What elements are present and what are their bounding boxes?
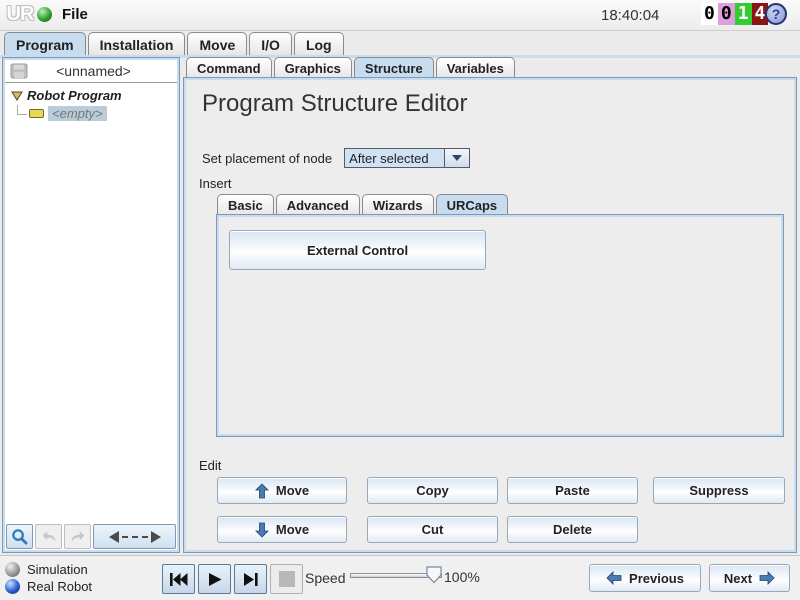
tab-command[interactable]: Command xyxy=(186,57,272,78)
stop-button[interactable] xyxy=(270,564,303,594)
structure-editor-panel: Program Structure Editor Set placement o… xyxy=(184,78,796,552)
urcaps-insert-panel: External Control xyxy=(217,215,783,436)
empty-node-icon xyxy=(29,109,44,118)
step-forward-button[interactable] xyxy=(234,564,267,594)
tab-wizards[interactable]: Wizards xyxy=(362,194,434,215)
placement-row: Set placement of node After selected xyxy=(202,148,470,168)
previous-icon xyxy=(606,571,622,585)
tab-log[interactable]: Log xyxy=(294,32,344,55)
tab-urcaps[interactable]: URCaps xyxy=(436,194,509,215)
move-up-icon xyxy=(255,483,269,499)
real-robot-label: Real Robot xyxy=(27,579,92,594)
tree-row-root[interactable]: Robot Program xyxy=(11,88,177,103)
stop-icon xyxy=(279,571,295,587)
resize-icon xyxy=(109,531,119,543)
tab-advanced[interactable]: Advanced xyxy=(276,194,360,215)
file-menu[interactable]: File xyxy=(62,6,88,23)
help-icon[interactable]: ? xyxy=(765,3,787,25)
search-icon xyxy=(11,528,28,545)
polyscope-window: UR File 18:40:04 0 0 1 4 ? Program Insta… xyxy=(0,0,800,600)
next-icon xyxy=(759,571,775,585)
status-orb-icon xyxy=(37,7,52,22)
next-button[interactable]: Next xyxy=(709,564,790,592)
skip-start-icon xyxy=(169,572,189,587)
tab-basic[interactable]: Basic xyxy=(217,194,274,215)
previous-button[interactable]: Previous xyxy=(589,564,701,592)
paste-button[interactable]: Paste xyxy=(507,477,638,504)
save-icon xyxy=(10,63,28,79)
program-tree-panel: <unnamed> Robot Program <empty> xyxy=(3,58,179,552)
tree-toolbar xyxy=(6,524,176,549)
program-tree: Robot Program <empty> xyxy=(5,83,177,523)
counter-digit: 0 xyxy=(718,3,735,25)
undo-icon xyxy=(40,529,58,544)
clock: 18:40:04 xyxy=(601,7,659,24)
state-counter: 0 0 1 4 xyxy=(701,3,768,25)
redo-icon xyxy=(69,529,87,544)
tree-row-empty[interactable]: <empty> xyxy=(17,105,177,122)
real-robot-radio-icon[interactable] xyxy=(5,579,20,594)
suppress-button[interactable]: Suppress xyxy=(653,477,785,504)
bottom-bar: Simulation Real Robot S xyxy=(0,555,800,600)
tab-structure[interactable]: Structure xyxy=(354,57,434,78)
tree-root-label: Robot Program xyxy=(27,88,122,103)
simulation-radio-icon[interactable] xyxy=(5,562,20,577)
speed-value: 100% xyxy=(444,569,480,585)
tab-variables[interactable]: Variables xyxy=(436,57,515,78)
program-name: <unnamed> xyxy=(28,63,159,79)
tab-io[interactable]: I/O xyxy=(249,32,292,55)
editor-tab-bar: Command Graphics Structure Variables xyxy=(186,57,515,78)
cut-button[interactable]: Cut xyxy=(367,516,498,543)
real-robot-mode-option[interactable]: Real Robot xyxy=(5,579,92,594)
program-file-header: <unnamed> xyxy=(5,60,177,83)
delete-button[interactable]: Delete xyxy=(507,516,638,543)
tab-move[interactable]: Move xyxy=(187,32,247,55)
speed-label: Speed xyxy=(305,570,345,586)
search-button[interactable] xyxy=(6,524,33,549)
top-bar: UR File 18:40:04 0 0 1 4 ? xyxy=(0,0,800,31)
main-tab-bar: Program Installation Move I/O Log xyxy=(4,32,344,55)
speed-slider-thumb[interactable] xyxy=(426,566,442,584)
redo-button[interactable] xyxy=(64,524,91,549)
edit-label: Edit xyxy=(199,458,221,473)
tree-connector xyxy=(17,105,27,115)
counter-digit: 0 xyxy=(701,3,718,25)
counter-digit: 1 xyxy=(735,3,752,25)
simulation-mode-option[interactable]: Simulation xyxy=(5,562,88,577)
play-button[interactable] xyxy=(198,564,231,594)
resize-panel-button[interactable] xyxy=(93,524,176,549)
move-down-button[interactable]: Move xyxy=(217,516,347,543)
page-title: Program Structure Editor xyxy=(202,90,467,118)
skip-to-start-button[interactable] xyxy=(162,564,195,594)
tab-program[interactable]: Program xyxy=(4,32,86,55)
chevron-down-icon xyxy=(452,155,462,161)
expand-triangle-icon[interactable] xyxy=(11,91,23,101)
placement-dropdown-arrow[interactable] xyxy=(444,148,470,168)
copy-button[interactable]: Copy xyxy=(367,477,498,504)
placement-label: Set placement of node xyxy=(202,151,332,166)
insert-tab-bar: Basic Advanced Wizards URCaps xyxy=(217,194,508,215)
simulation-label: Simulation xyxy=(27,562,88,577)
play-icon xyxy=(207,572,223,587)
tab-graphics[interactable]: Graphics xyxy=(274,57,352,78)
placement-dropdown[interactable]: After selected xyxy=(344,148,444,168)
move-up-button[interactable]: Move xyxy=(217,477,347,504)
insert-label: Insert xyxy=(199,176,232,191)
move-down-icon xyxy=(255,522,269,538)
external-control-button[interactable]: External Control xyxy=(229,230,486,270)
undo-button[interactable] xyxy=(35,524,62,549)
ur-logo-icon: UR xyxy=(2,0,38,28)
tab-installation[interactable]: Installation xyxy=(88,32,186,55)
tree-empty-label: <empty> xyxy=(48,106,107,121)
skip-end-icon xyxy=(242,572,259,587)
